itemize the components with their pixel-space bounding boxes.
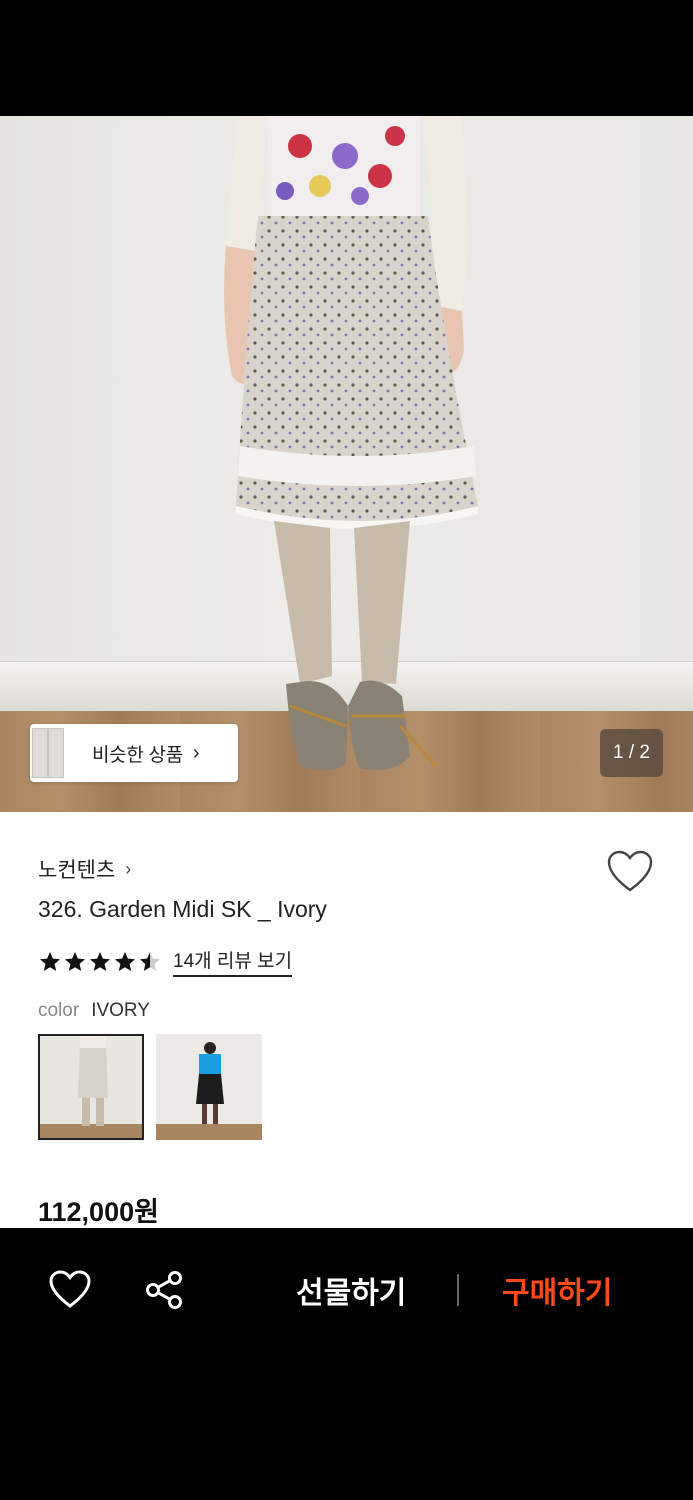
color-swatch-black[interactable]	[156, 1034, 262, 1140]
review-link[interactable]: 14개 리뷰 보기	[173, 946, 293, 977]
gift-button[interactable]: 선물하기	[296, 1268, 406, 1312]
product-title: 326. Garden Midi SK _ Ivory	[38, 896, 327, 922]
chevron-right-icon: ›	[125, 858, 132, 879]
status-bar-area	[0, 0, 693, 116]
swatch-image	[156, 1034, 262, 1140]
product-image[interactable]: 비슷한 상품 › 1 / 2	[0, 116, 693, 812]
similar-thumb	[32, 728, 48, 778]
color-row: color IVORY	[38, 1000, 150, 1022]
bottom-action-bar: 선물하기 구매하기	[0, 1228, 693, 1348]
similar-products-label: 비슷한 상품	[92, 744, 183, 766]
heart-icon[interactable]	[606, 850, 654, 894]
share-icon[interactable]	[144, 1270, 186, 1310]
action-divider	[457, 1274, 459, 1306]
product-info-panel: 노컨텐츠 › 326. Garden Midi SK _ Ivory 14개 리…	[0, 812, 693, 1228]
color-label: color	[38, 1000, 80, 1021]
half-star-icon	[140, 951, 160, 971]
color-swatch-ivory[interactable]	[38, 1034, 144, 1140]
star-icon	[65, 951, 85, 971]
brand-name: 노컨텐츠	[38, 859, 116, 882]
similar-products-button[interactable]: 비슷한 상품 ›	[30, 724, 238, 782]
navigation-area	[0, 1348, 693, 1500]
star-icon	[90, 951, 110, 971]
heart-icon[interactable]	[48, 1270, 92, 1310]
model-figure	[224, 116, 478, 771]
similar-thumb	[48, 728, 64, 778]
image-page-indicator: 1 / 2	[600, 729, 663, 777]
swatch-image	[40, 1036, 142, 1138]
star-icon	[115, 951, 135, 971]
product-price: 112,000원	[38, 1197, 159, 1227]
star-icon	[40, 951, 60, 971]
color-value: IVORY	[91, 1000, 150, 1021]
brand-link[interactable]: 노컨텐츠 ›	[38, 854, 131, 884]
rating-stars	[38, 950, 163, 974]
buy-button[interactable]: 구매하기	[502, 1268, 612, 1312]
chevron-right-icon: ›	[192, 741, 200, 764]
similar-products-thumbnails	[30, 724, 68, 782]
rating-row: 14개 리뷰 보기	[38, 946, 293, 977]
